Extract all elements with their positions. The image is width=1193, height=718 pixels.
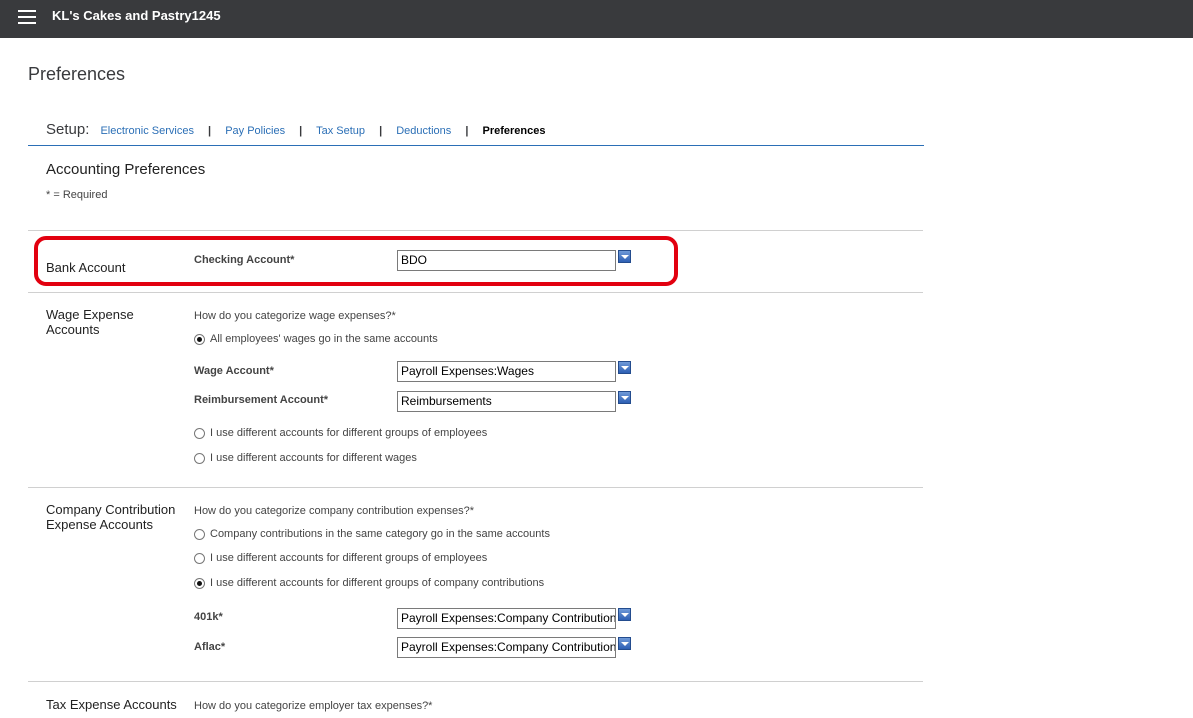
divider xyxy=(28,681,923,682)
dropdown-arrow-icon[interactable] xyxy=(618,391,631,404)
wage-option-same-accounts[interactable]: All employees' wages go in the same acco… xyxy=(194,333,438,345)
radio-unselected-icon[interactable] xyxy=(194,552,205,564)
wage-option-groups-of-employees[interactable]: I use different accounts for different g… xyxy=(194,427,487,439)
divider xyxy=(28,487,923,488)
divider xyxy=(28,230,923,231)
radio-unselected-icon[interactable] xyxy=(194,427,205,439)
company-option-groups-of-contributions[interactable]: I use different accounts for different g… xyxy=(194,577,544,589)
nav-link-tax-setup[interactable]: Tax Setup xyxy=(316,125,365,137)
nav-link-electronic-services[interactable]: Electronic Services xyxy=(100,125,194,137)
menu-icon[interactable] xyxy=(18,10,36,24)
reimbursement-account-label: Reimbursement Account* xyxy=(194,394,329,406)
wage-account-select[interactable]: Payroll Expenses:Wages xyxy=(397,361,633,383)
radio-label: I use different accounts for different g… xyxy=(210,552,488,564)
divider xyxy=(28,145,924,146)
radio-selected-icon[interactable] xyxy=(194,333,205,345)
dropdown-arrow-icon[interactable] xyxy=(618,608,631,621)
nav-current-preferences: Preferences xyxy=(482,125,546,137)
nav-separator: | xyxy=(208,125,212,137)
dropdown-arrow-icon[interactable] xyxy=(618,361,631,374)
radio-unselected-icon[interactable] xyxy=(194,452,205,464)
page-title: Preferences xyxy=(28,64,126,84)
company-option-groups-of-employees[interactable]: I use different accounts for different g… xyxy=(194,552,487,564)
tax-question: How do you categorize employer tax expen… xyxy=(194,700,433,712)
section-title: Accounting Preferences xyxy=(46,161,206,178)
wage-account-label: Wage Account* xyxy=(194,365,274,377)
nav-separator: | xyxy=(299,125,303,137)
401k-account-select[interactable]: Payroll Expenses:Company Contributions xyxy=(397,608,633,630)
reimbursement-account-select[interactable]: Reimbursements xyxy=(397,391,633,413)
setup-label: Setup: xyxy=(46,121,90,138)
radio-label: All employees' wages go in the same acco… xyxy=(210,333,438,345)
aflac-label: Aflac* xyxy=(194,641,226,653)
radio-label: I use different accounts for different g… xyxy=(210,577,545,589)
wage-account-value[interactable]: Payroll Expenses:Wages xyxy=(397,361,616,382)
required-note: * = Required xyxy=(46,189,108,201)
radio-selected-icon[interactable] xyxy=(194,577,205,589)
top-bar: KL's Cakes and Pastry1245 xyxy=(0,0,1193,38)
nav-link-pay-policies[interactable]: Pay Policies xyxy=(225,125,285,137)
wage-question: How do you categorize wage expenses?* xyxy=(194,310,396,322)
401k-account-value[interactable]: Payroll Expenses:Company Contributions xyxy=(397,608,616,629)
wage-expense-heading: Wage Expense Accounts xyxy=(46,307,134,337)
radio-label: I use different accounts for different w… xyxy=(210,452,417,464)
aflac-account-value[interactable]: Payroll Expenses:Company Contributions xyxy=(397,637,616,658)
tax-expense-heading: Tax Expense Accounts xyxy=(46,697,177,712)
aflac-account-select[interactable]: Payroll Expenses:Company Contributions xyxy=(397,637,633,659)
divider xyxy=(28,292,923,293)
company-question: How do you categorize company contributi… xyxy=(194,505,475,517)
nav-link-deductions[interactable]: Deductions xyxy=(396,125,451,137)
highlight-annotation xyxy=(34,236,678,286)
radio-label: I use different accounts for different g… xyxy=(210,427,488,439)
company-name: KL's Cakes and Pastry1245 xyxy=(52,8,221,23)
nav-separator: | xyxy=(379,125,383,137)
radio-unselected-icon[interactable] xyxy=(194,528,205,540)
reimbursement-account-value[interactable]: Reimbursements xyxy=(397,391,616,412)
radio-label: Company contributions in the same catego… xyxy=(210,528,550,540)
401k-label: 401k* xyxy=(194,611,223,623)
dropdown-arrow-icon[interactable] xyxy=(618,637,631,650)
company-contribution-heading: Company Contribution Expense Accounts xyxy=(46,502,176,532)
company-option-same-category[interactable]: Company contributions in the same catego… xyxy=(194,528,550,540)
wage-option-different-wages[interactable]: I use different accounts for different w… xyxy=(194,452,417,464)
nav-separator: | xyxy=(465,125,469,137)
setup-breadcrumb: Setup: Electronic Services | Pay Policie… xyxy=(46,121,545,138)
